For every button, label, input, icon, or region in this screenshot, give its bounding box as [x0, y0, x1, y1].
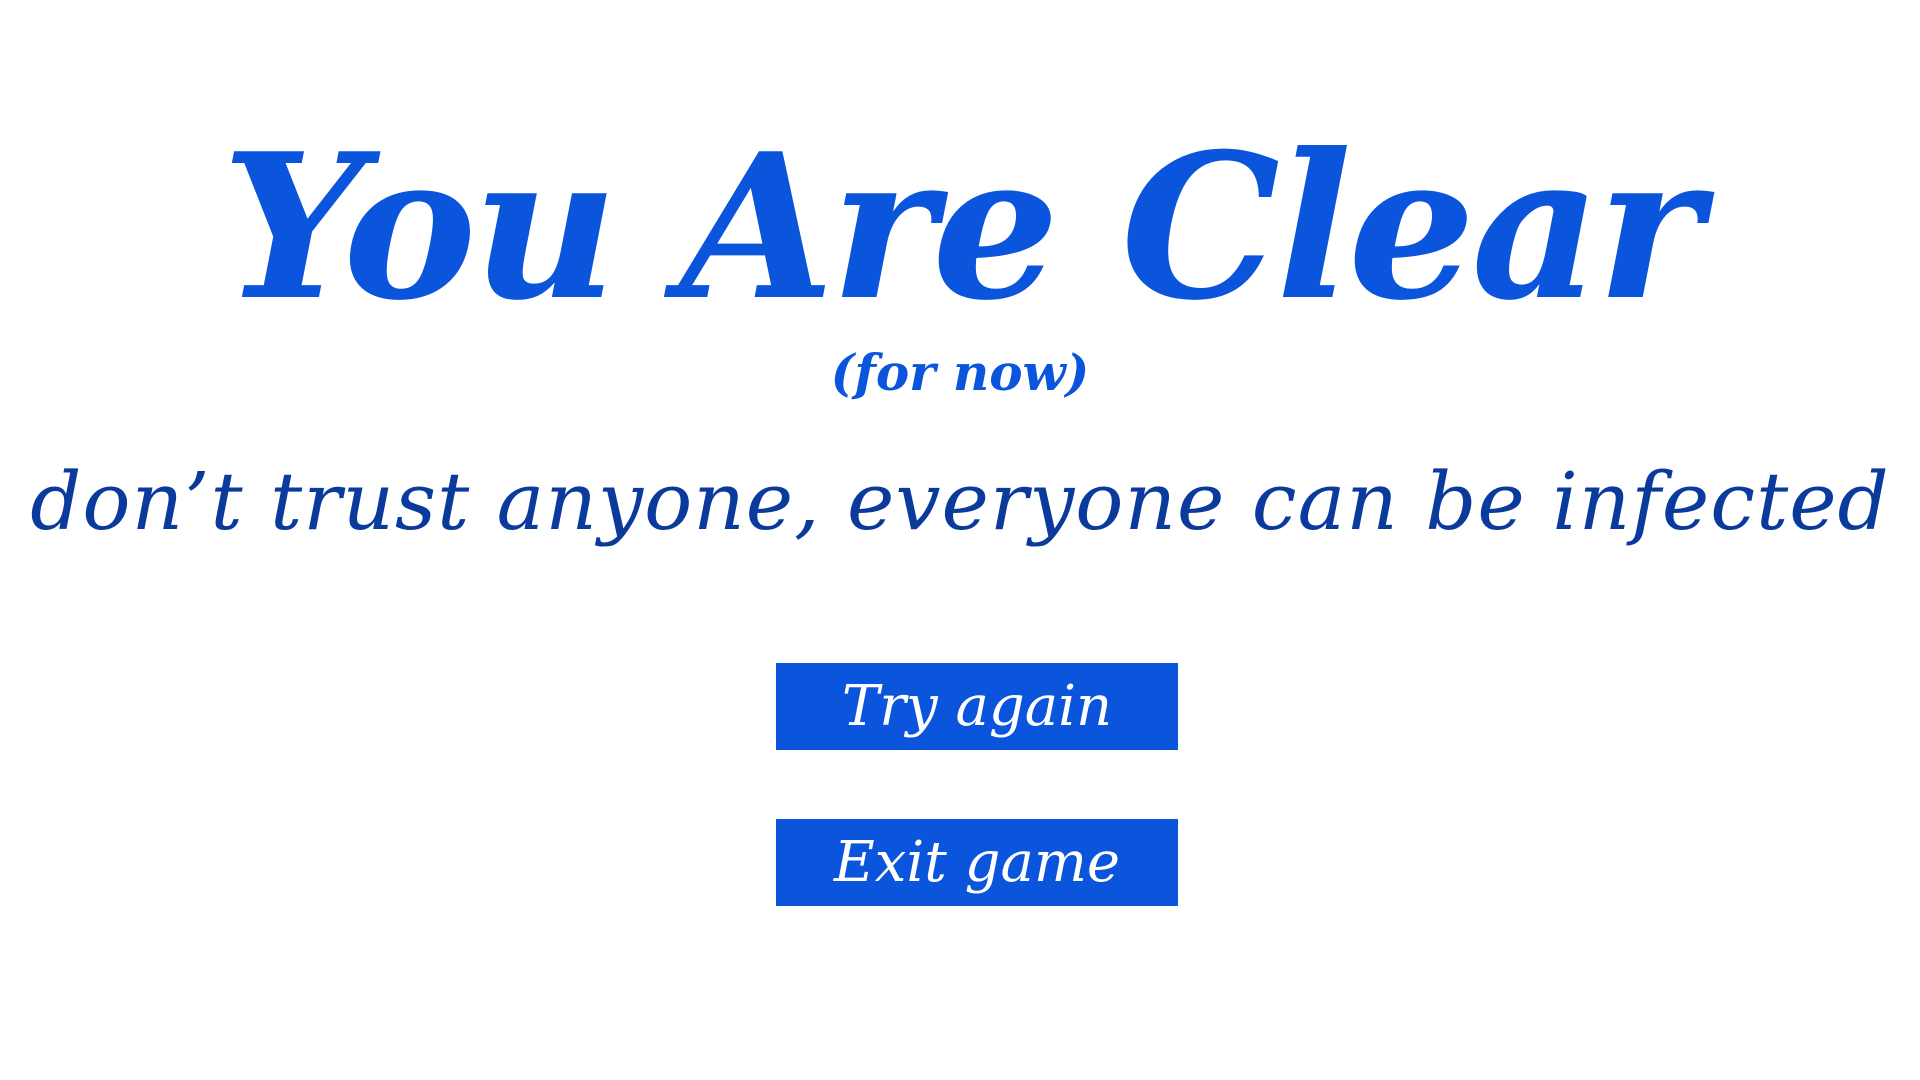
- result-title: You Are Clear: [221, 110, 1703, 345]
- exit-game-button[interactable]: Exit game: [776, 819, 1178, 906]
- warning-tagline: don’t trust anyone, everyone can be infe…: [30, 455, 1890, 548]
- game-over-screen: You Are Clear (for now) don’t trust anyo…: [0, 0, 1920, 1080]
- result-subtitle: (for now): [830, 343, 1090, 402]
- try-again-button[interactable]: Try again: [776, 663, 1178, 750]
